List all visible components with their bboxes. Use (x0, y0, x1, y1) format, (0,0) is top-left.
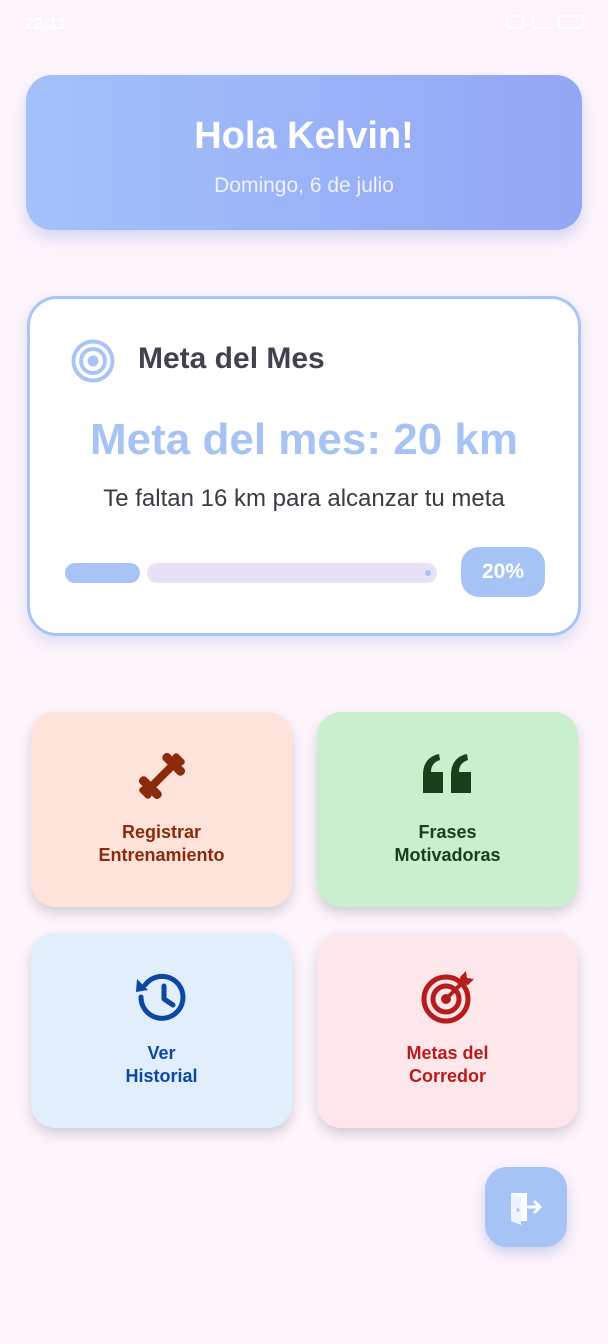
goal-remaining-text: Te faltan 16 km para alcanzar tu meta (103, 485, 505, 512)
motivational-quotes-label: Frases Motivadoras (317, 821, 578, 867)
progress-percent-badge: 20% (461, 547, 545, 597)
status-icons (506, 15, 584, 29)
label-line: Entrenamiento (98, 845, 225, 865)
target-icon (71, 339, 115, 383)
battery-icon (558, 15, 584, 29)
monthly-goal-card: Meta del Mes Meta del mes: 20 km Te falt… (27, 296, 581, 636)
logout-button[interactable] (485, 1167, 567, 1247)
history-icon (136, 973, 186, 1021)
label-line: Corredor (408, 1066, 486, 1086)
label-line: Historial (125, 1066, 198, 1086)
label-line: Motivadoras (394, 845, 501, 865)
runner-goals-button[interactable]: Metas del Corredor (317, 933, 578, 1128)
progress-end-dot (425, 570, 431, 576)
label-line: Metas del (406, 1043, 489, 1063)
quote-icon (423, 754, 471, 793)
register-training-button[interactable]: Registrar Entrenamiento (31, 712, 292, 907)
goal-card-title: Meta del Mes (138, 342, 325, 375)
view-history-label: Ver Historial (31, 1042, 292, 1088)
dumbbell-icon (138, 752, 186, 800)
view-history-button[interactable]: Ver Historial (31, 933, 292, 1128)
label-line: Ver (147, 1043, 176, 1063)
bullseye-arrow-icon (421, 971, 474, 1024)
signal-icon (532, 15, 550, 29)
label-line: Registrar (121, 822, 202, 842)
logout-icon (511, 1193, 542, 1225)
goal-amount: Meta del mes: 20 km (90, 415, 518, 464)
status-bar: 22:11 (0, 0, 608, 50)
status-time: 22:11 (24, 14, 67, 33)
register-training-label: Registrar Entrenamiento (31, 821, 292, 867)
current-date: Domingo, 6 de julio (214, 174, 394, 197)
greeting-title: Hola Kelvin! (194, 115, 414, 157)
greeting-header: Hola Kelvin! Domingo, 6 de julio (26, 75, 582, 230)
motivational-quotes-button[interactable]: Frases Motivadoras (317, 712, 578, 907)
progress-bar-track (147, 563, 437, 583)
label-line: Frases (418, 822, 477, 842)
progress-bar-fill (65, 563, 140, 583)
runner-goals-label: Metas del Corredor (317, 1042, 578, 1088)
message-icon (506, 15, 524, 29)
